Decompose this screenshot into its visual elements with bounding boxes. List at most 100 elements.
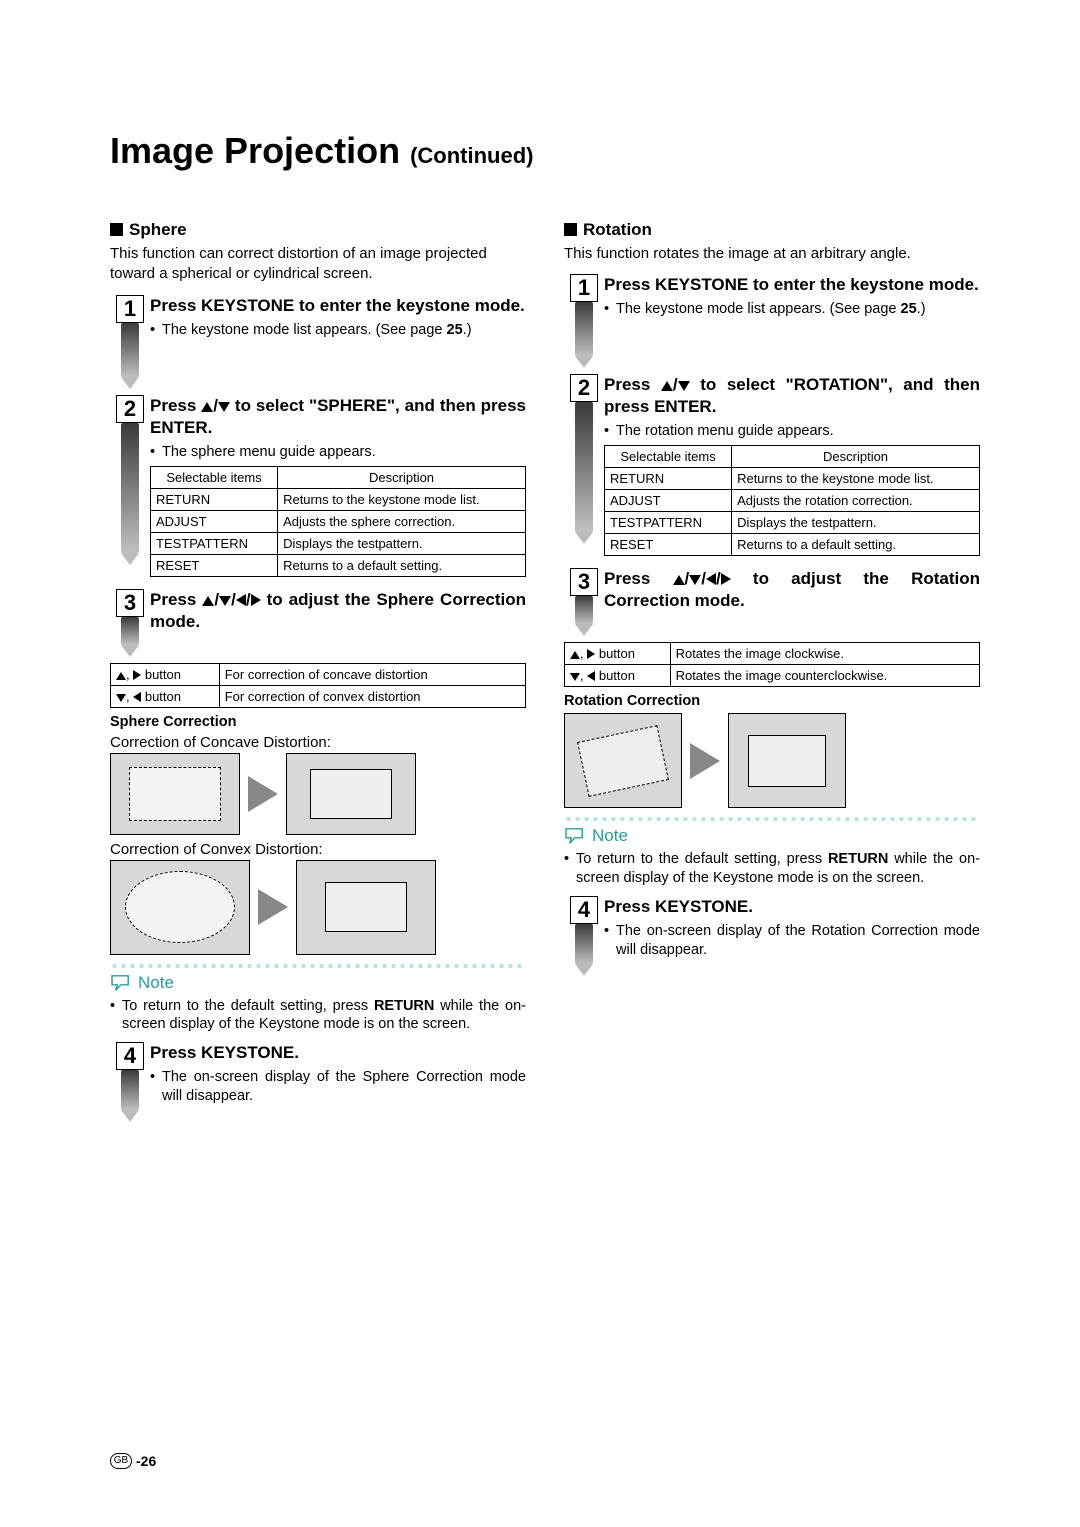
sphere-step1-bullet: The keystone mode list appears. (See pag… [162,321,526,340]
triangle-up-icon [661,381,673,391]
table-row: TESTPATTERNDisplays the testpattern. [151,532,526,554]
table-row: RESETReturns to a default setting. [151,554,526,576]
dotted-separator-icon [564,816,980,822]
rotation-correction-heading: Rotation Correction [564,693,980,709]
rotation-note-text: To return to the default setting, press … [576,850,980,888]
dotted-separator-icon [110,963,526,969]
rotation-step3-title: Press /// to adjust the Rotation Correct… [604,568,980,612]
step-number: 1 [570,274,598,302]
note-label: Note [138,973,174,993]
arrow-right-icon [690,743,720,779]
page-footer: GB -26 [110,1453,156,1469]
table-row: ADJUSTAdjusts the sphere correction. [151,510,526,532]
table-row: , button For correction of convex distor… [111,685,526,707]
triangle-up-icon [570,651,580,659]
concave-caption: Correction of Concave Distortion: [110,734,526,751]
sphere-items-table: Selectable itemsDescription RETURNReturn… [150,466,526,577]
triangle-down-icon [689,575,701,585]
square-bullet-icon [564,223,577,236]
triangle-down-icon [219,596,231,606]
step-number: 4 [570,896,598,924]
triangle-down-icon [116,694,126,702]
step-bar-icon [121,323,139,377]
triangle-right-icon [251,594,261,606]
note-label: Note [592,826,628,846]
triangle-down-icon [218,402,230,412]
rotation-column: Rotation This function rotates the image… [564,220,980,1128]
step-bar-icon [575,302,593,356]
rotation-diagram [564,713,980,808]
rotation-items-table: Selectable itemsDescription RETURNReturn… [604,445,980,556]
arrow-right-icon [258,889,288,925]
sphere-step4-bullet: The on-screen display of the Sphere Corr… [162,1068,526,1106]
page-title: Image Projection (Continued) [110,130,980,172]
sphere-intro: This function can correct distortion of … [110,244,526,285]
step-bar-icon [575,596,593,624]
concave-diagram [110,753,526,835]
rotation-step1-bullet: The keystone mode list appears. (See pag… [616,300,980,319]
rotation-step2-title: Press / to select "ROTATION", and then p… [604,374,980,418]
table-row: , button Rotates the image counterclockw… [565,665,980,687]
step-number: 2 [570,374,598,402]
arrow-right-icon [248,776,278,812]
sphere-column: Sphere This function can correct distort… [110,220,526,1128]
rotation-step2-bullet: The rotation menu guide appears. [616,422,980,441]
triangle-left-icon [706,573,716,585]
triangle-down-icon [678,381,690,391]
arrow-down-icon [575,532,593,544]
step-number: 3 [570,568,598,596]
sphere-step4-title: Press KEYSTONE. [150,1042,526,1064]
rotation-adjust-table: , button Rotates the image clockwise. , … [564,642,980,687]
step-bar-icon [121,617,139,645]
sphere-step2-title: Press / to select "SPHERE", and then pre… [150,395,526,439]
arrow-down-icon [121,1110,139,1122]
sphere-step1-title: Press KEYSTONE to enter the keystone mod… [150,295,526,317]
arrow-down-icon [121,553,139,565]
sphere-correction-heading: Sphere Correction [110,714,526,730]
sphere-step3-title: Press /// to adjust the Sphere Correctio… [150,589,526,633]
table-row: RETURNReturns to the keystone mode list. [605,468,980,490]
table-row: , button For correction of concave disto… [111,663,526,685]
sphere-note-text: To return to the default setting, press … [122,997,526,1035]
sphere-adjust-table: , button For correction of concave disto… [110,663,526,708]
arrow-down-icon [575,356,593,368]
note-icon [564,827,586,845]
rotation-heading: Rotation [564,220,980,240]
step-bar-icon [121,1070,139,1110]
step-number: 3 [116,589,144,617]
rotation-step1-title: Press KEYSTONE to enter the keystone mod… [604,274,980,296]
triangle-down-icon [570,673,580,681]
page-number: -26 [136,1453,156,1469]
step-number: 1 [116,295,144,323]
arrow-down-icon [121,377,139,389]
triangle-left-icon [236,594,246,606]
sphere-step2-bullet: The sphere menu guide appears. [162,443,526,462]
title-main: Image Projection [110,130,400,171]
table-row: TESTPATTERNDisplays the testpattern. [605,512,980,534]
table-row: RESETReturns to a default setting. [605,534,980,556]
step-number: 4 [116,1042,144,1070]
arrow-down-icon [575,964,593,976]
gb-badge: GB [110,1453,132,1469]
title-sub: (Continued) [410,143,533,168]
table-row: ADJUSTAdjusts the rotation correction. [605,490,980,512]
table-row: , button Rotates the image clockwise. [565,643,980,665]
triangle-up-icon [202,596,214,606]
triangle-up-icon [673,575,685,585]
square-bullet-icon [110,223,123,236]
note-icon [110,974,132,992]
table-row: RETURNReturns to the keystone mode list. [151,488,526,510]
rotation-intro: This function rotates the image at an ar… [564,244,980,264]
sphere-heading: Sphere [110,220,526,240]
rotation-step4-bullet: The on-screen display of the Rotation Co… [616,922,980,960]
triangle-up-icon [116,672,126,680]
convex-caption: Correction of Convex Distortion: [110,841,526,858]
step-bar-icon [575,402,593,532]
triangle-up-icon [201,402,213,412]
triangle-right-icon [721,573,731,585]
step-bar-icon [121,423,139,553]
arrow-down-icon [121,645,139,657]
rotation-step4-title: Press KEYSTONE. [604,896,980,918]
arrow-down-icon [575,624,593,636]
convex-diagram [110,860,526,955]
